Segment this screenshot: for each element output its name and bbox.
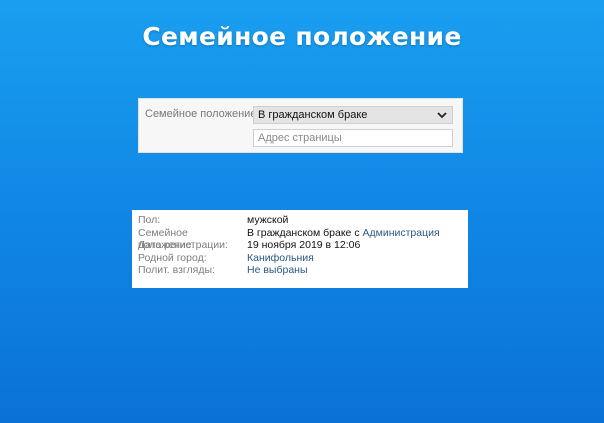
page-title: Семейное положение	[142, 22, 462, 51]
info-row-relationship: Семейное положение: В гражданском браке …	[138, 226, 462, 252]
partner-link[interactable]: Администрация	[363, 227, 440, 239]
hometown-key: Родной город:	[138, 251, 207, 264]
hometown-value: Канифольния	[247, 252, 314, 265]
relationship-settings-card: Семейное положение: В гражданском браке	[138, 98, 463, 153]
politics-link[interactable]: Не выбраны	[247, 264, 308, 276]
profile-info-card: Пол: мужской Семейное положение: В гражд…	[132, 210, 468, 288]
info-row-registration: Дата регистрации: 19 ноября 2019 в 12:06	[138, 239, 462, 252]
relationship-status-label: Семейное положение:	[145, 108, 260, 120]
politics-value: Не выбраны	[247, 264, 308, 277]
gender-value: мужской	[247, 214, 289, 226]
hometown-link[interactable]: Канифольния	[247, 252, 314, 264]
info-row-politics: Полит. взгляды: Не выбраны	[138, 264, 462, 277]
relationship-value: В гражданском браке с Администрация	[247, 227, 440, 240]
relationship-key: Семейное положение:	[138, 226, 195, 252]
relationship-status-select[interactable]: В гражданском браке	[253, 106, 453, 124]
registration-key: Дата регистрации:	[138, 239, 228, 251]
politics-key: Полит. взгляды:	[138, 264, 215, 276]
relationship-value-text: В гражданском браке с	[247, 226, 360, 239]
registration-value: 19 ноября 2019 в 12:06	[247, 239, 361, 251]
info-row-hometown: Родной город: Канифольния	[138, 252, 462, 265]
relationship-status-selected-value: В гражданском браке	[258, 109, 368, 121]
info-row-gender: Пол: мужской	[138, 214, 462, 227]
chevron-down-icon	[437, 112, 447, 119]
page-address-input[interactable]	[253, 129, 453, 147]
gender-key: Пол:	[138, 214, 161, 226]
